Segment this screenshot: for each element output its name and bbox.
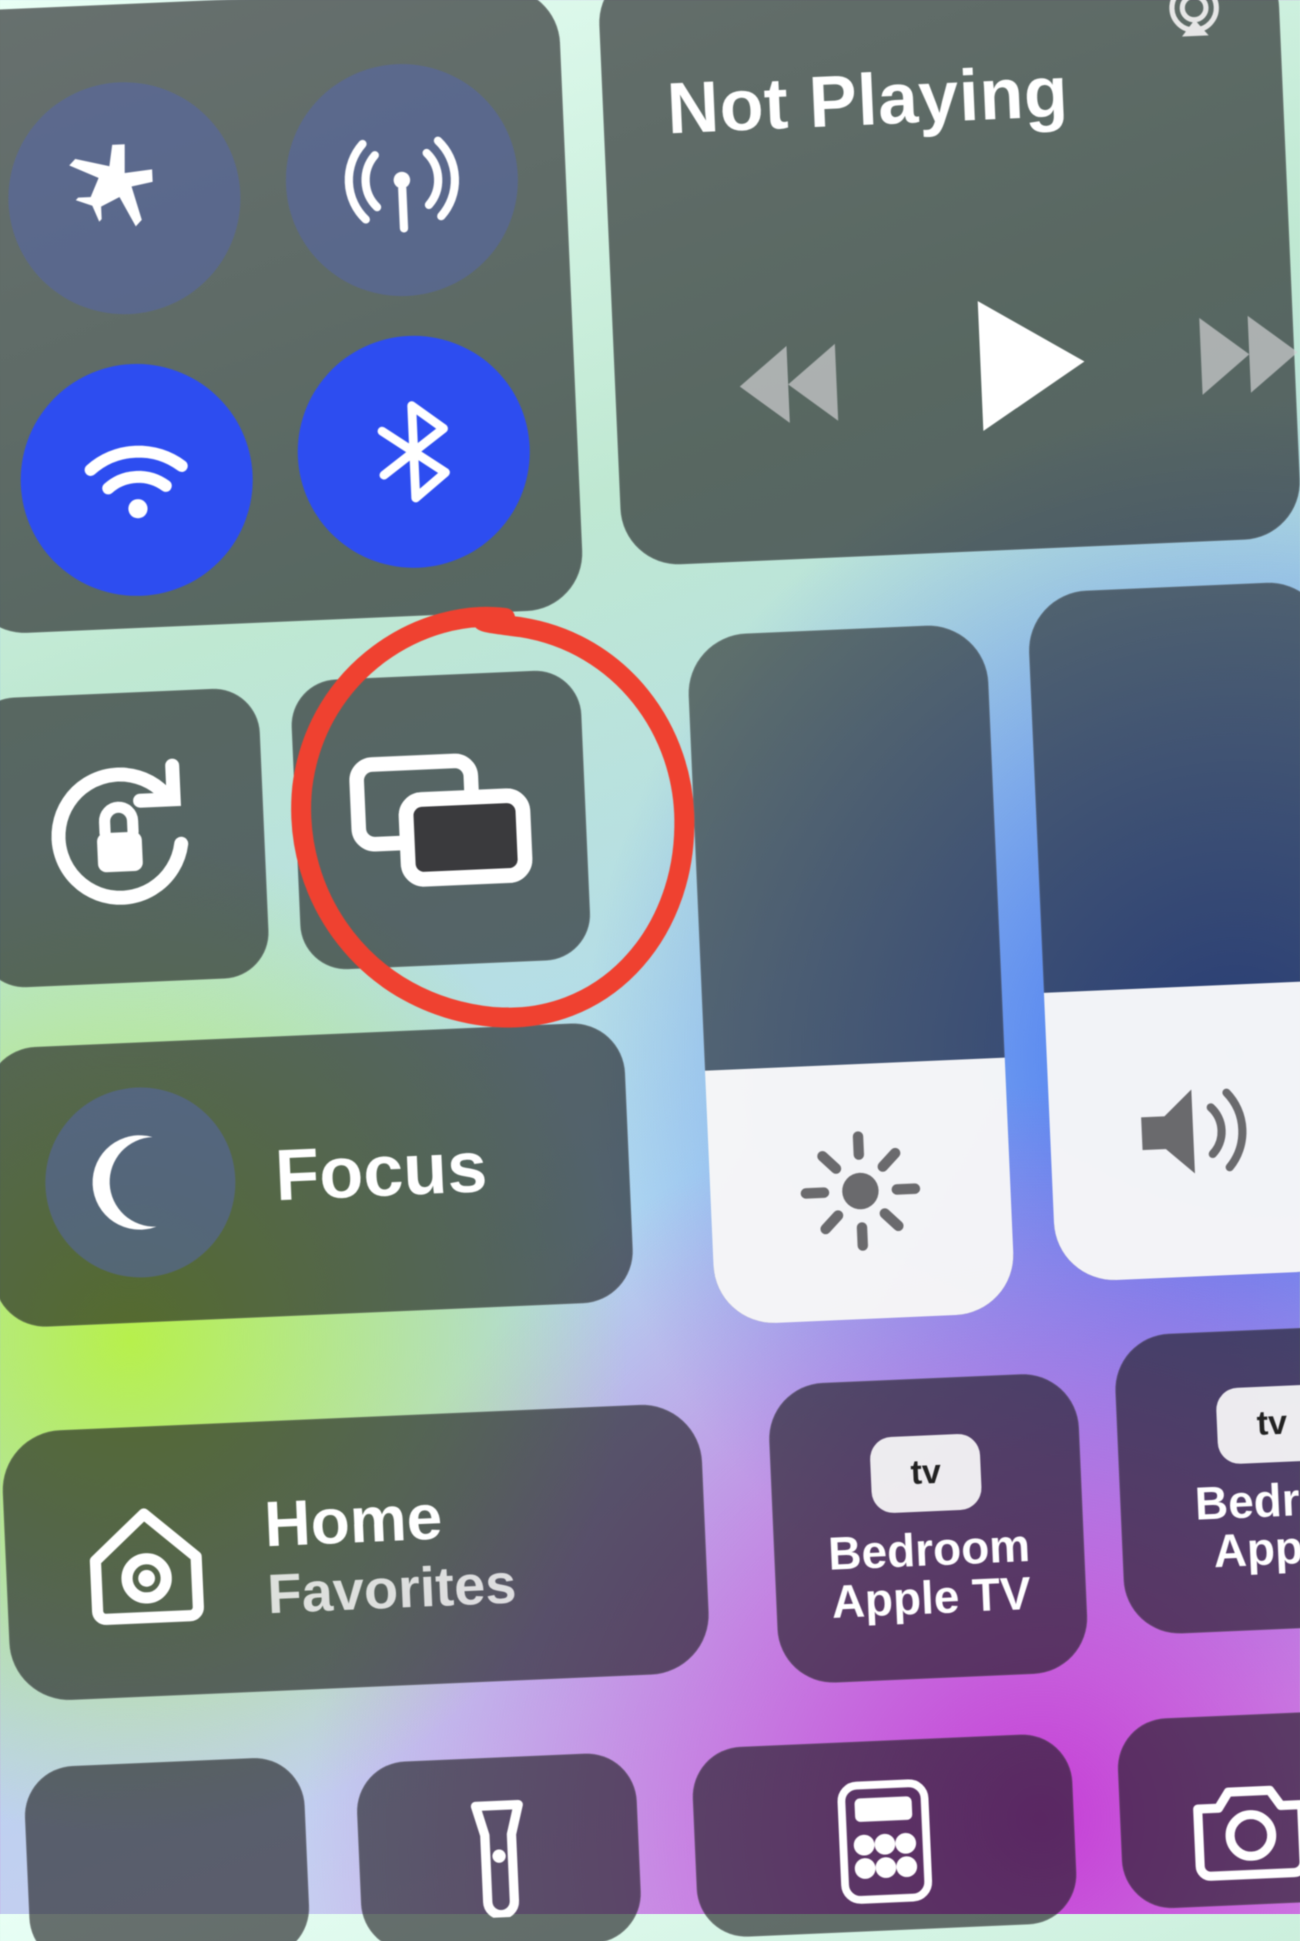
brightness-slider[interactable] [686, 623, 1016, 1325]
sun-icon [793, 1124, 929, 1260]
apple-tv-remote-2[interactable]: tv BedrooApple [1113, 1323, 1300, 1636]
wifi-toggle[interactable] [16, 359, 258, 601]
home-text: Home Favorites [263, 1476, 518, 1626]
cellular-antenna-icon [340, 119, 463, 242]
camera-icon [1183, 1770, 1300, 1886]
rotation-lock-icon [32, 750, 207, 925]
speaker-icon [1128, 1068, 1273, 1194]
media-playback-panel[interactable]: Not Playing [597, 0, 1300, 567]
control-center: Not Playing [0, 0, 1300, 1941]
focus-icon-circle [41, 1083, 239, 1281]
appletv-badge-icon: tv [1215, 1384, 1300, 1465]
airplane-mode-toggle[interactable] [3, 77, 245, 319]
orientation-lock-button[interactable] [0, 687, 270, 989]
airplay-audio-icon[interactable] [1156, 0, 1233, 51]
focus-button[interactable]: Focus [0, 1021, 635, 1329]
focus-label: Focus [273, 1126, 488, 1217]
cellular-data-toggle[interactable] [281, 59, 523, 301]
volume-fill [1044, 980, 1300, 1283]
now-playing-title: Not Playing [665, 51, 1070, 150]
flashlight-button[interactable] [355, 1751, 643, 1941]
calculator-icon [827, 1774, 943, 1909]
airplane-icon [63, 137, 186, 260]
apple-tv-remote-1[interactable]: tv BedroomApple TV [767, 1372, 1090, 1685]
bluetooth-toggle[interactable] [293, 331, 535, 573]
connectivity-panel[interactable] [0, 0, 585, 635]
apple-tv-2-label: BedrooApple [1194, 1472, 1300, 1576]
bluetooth-icon [356, 394, 471, 509]
wifi-icon [74, 417, 199, 542]
flashlight-icon [452, 1796, 547, 1920]
screen-mirroring-icon [345, 746, 537, 894]
brightness-fill [705, 1057, 1016, 1325]
camera-button[interactable] [1116, 1709, 1300, 1910]
fast-forward-button[interactable] [1192, 307, 1300, 402]
volume-slider[interactable] [1026, 580, 1300, 1282]
moon-icon [79, 1121, 202, 1244]
appletv-badge-icon: tv [869, 1433, 982, 1514]
rewind-button[interactable] [731, 337, 845, 432]
apple-tv-1-label: BedroomApple TV [827, 1521, 1033, 1626]
home-title: Home [263, 1476, 515, 1561]
play-button[interactable] [970, 296, 1096, 431]
calculator-button[interactable] [691, 1732, 1079, 1938]
screen-mirroring-button[interactable] [290, 669, 592, 971]
home-favorites-button[interactable]: Home Favorites [0, 1402, 711, 1702]
home-subtitle: Favorites [266, 1550, 518, 1626]
bottom-tile-1[interactable] [23, 1756, 311, 1941]
home-icon [73, 1489, 219, 1635]
